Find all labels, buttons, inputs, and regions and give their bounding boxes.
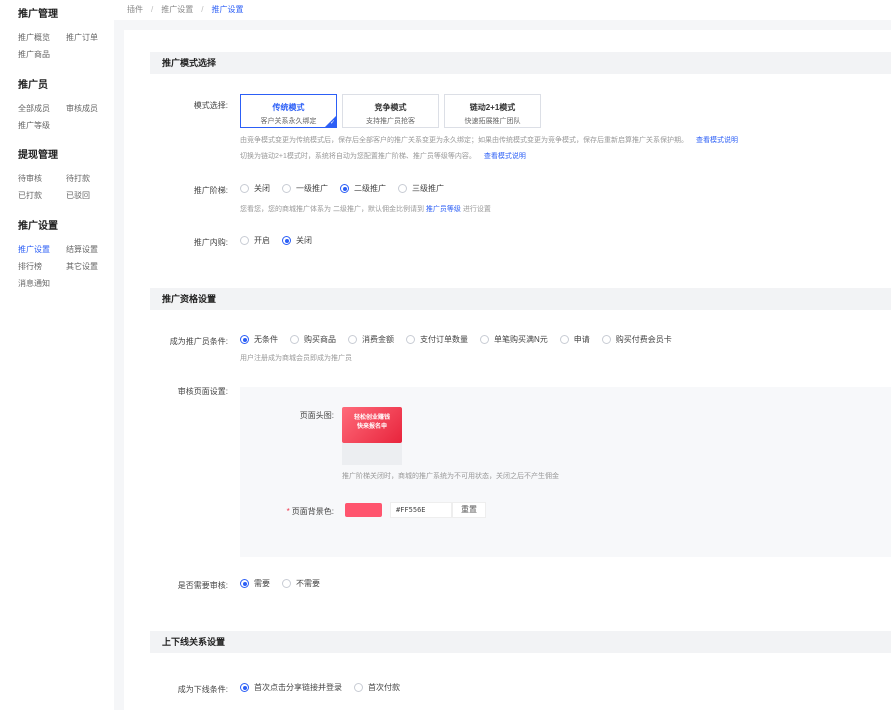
mode-card-chain[interactable]: 链动2+1模式 快速拓展推广团队 bbox=[444, 94, 541, 128]
sidebar-item-settlement[interactable]: 结算设置 bbox=[66, 244, 114, 256]
radio-level-one[interactable]: 一级推广 bbox=[282, 183, 328, 194]
mode-hint-text: 切换为链动2+1模式时，系统将自动为您配置推广阶梯、推广员等级等内容。 bbox=[240, 153, 476, 160]
sidebar-item-overview[interactable]: 推广概览 bbox=[18, 32, 66, 44]
sidebar-group-title: 推广设置 bbox=[18, 221, 58, 232]
radio-condition-apply[interactable]: 申请 bbox=[559, 334, 590, 345]
review-page-panel: 页面头图: 轻松创业赚钱 快来报名申 推广阶梯关闭时，商城的推广系统为不可用状态… bbox=[240, 387, 891, 557]
sidebar-item-other-settings[interactable]: 其它设置 bbox=[66, 261, 114, 273]
breadcrumb-item[interactable]: 推广设置 bbox=[161, 5, 193, 14]
sidebar-item-paid[interactable]: 已打款 bbox=[18, 190, 66, 202]
section-header-relation: 上下线关系设置 bbox=[150, 631, 891, 653]
mode-card-title: 竞争模式 bbox=[374, 103, 407, 112]
condition-hint: 用户注册成为商城会员即成为推广员 bbox=[240, 355, 352, 362]
mode-hint-1: 由竞争模式变更为传统模式后，保存后全部客户的推广关系变更为永久绑定；如果由传统模… bbox=[240, 135, 738, 145]
mode-card-subtitle: 快速拓展推广团队 bbox=[464, 118, 521, 125]
header-image[interactable]: 轻松创业赚钱 快来报名申 bbox=[342, 407, 402, 443]
required-mark: * bbox=[286, 507, 290, 516]
radio-level-off[interactable]: 关闭 bbox=[240, 183, 270, 194]
mode-card-competitive[interactable]: 竞争模式 支持推广员抢客 bbox=[342, 94, 439, 128]
breadcrumb-separator: / bbox=[201, 5, 204, 14]
radio-condition-buy-product[interactable]: 购买商品 bbox=[290, 334, 336, 345]
sidebar-item-promotion-settings[interactable]: 推广设置 bbox=[18, 244, 66, 256]
sidebar-group-promoters: 推广员 全部成员 审核成员 推广等级 bbox=[18, 79, 114, 132]
radio-condition-single-purchase[interactable]: 单笔购买满N元 bbox=[480, 334, 548, 345]
mode-card-title: 链动2+1模式 bbox=[469, 103, 516, 112]
sidebar-item-levels[interactable]: 推广等级 bbox=[18, 120, 66, 132]
radio-review-not-required[interactable]: 不需要 bbox=[282, 578, 320, 589]
condition-radio-group: 无条件 购买商品 消费金额 支付订单数量 单笔购买满N元 申请 购买付费会员卡 bbox=[240, 334, 684, 345]
mode-help-link[interactable]: 查看模式说明 bbox=[696, 137, 738, 144]
radio-internal-on[interactable]: 开启 bbox=[240, 235, 270, 246]
section-header-qualification: 推广资格设置 bbox=[150, 288, 891, 310]
check-icon: ✓ bbox=[329, 120, 335, 126]
sidebar-item-review-members[interactable]: 审核成员 bbox=[66, 103, 114, 115]
breadcrumb: 插件 / 推广设置 / 推广设置 bbox=[114, 0, 891, 20]
mode-hint-text: 由竞争模式变更为传统模式后，保存后全部客户的推广关系变更为永久绑定；如果由传统模… bbox=[240, 137, 688, 144]
main-content: 推广模式选择 模式选择: 传统模式 客户关系永久绑定 ✓ 竞争模式 支持推广员抢… bbox=[124, 30, 891, 710]
sidebar-item-notifications[interactable]: 消息通知 bbox=[18, 278, 66, 290]
bg-color-label: * 页面背景色: bbox=[286, 507, 334, 516]
sidebar: 推广管理 推广概览 推广订单 推广商品 推广员 全部成员 审核成员 推广等级 提… bbox=[0, 0, 114, 710]
bg-color-swatch[interactable] bbox=[345, 503, 382, 517]
mode-card-subtitle: 客户关系永久绑定 bbox=[260, 118, 317, 125]
header-image-hint: 推广阶梯关闭时，商城的推广系统为不可用状态，关闭之后不产生佣金 bbox=[342, 473, 559, 480]
mode-hint-2: 切换为链动2+1模式时，系统将自动为您配置推广阶梯、推广员等级等内容。 查看模式说… bbox=[240, 151, 526, 161]
radio-condition-none[interactable]: 无条件 bbox=[240, 334, 278, 345]
level-label: 推广阶梯: bbox=[193, 186, 228, 195]
internal-label: 推广内购: bbox=[193, 238, 228, 247]
sidebar-item-rejected[interactable]: 已驳回 bbox=[66, 190, 114, 202]
sidebar-group-settings: 推广设置 推广设置 结算设置 排行榜 其它设置 消息通知 bbox=[18, 220, 114, 290]
radio-internal-off[interactable]: 关闭 bbox=[282, 235, 312, 246]
breadcrumb-current: 推广设置 bbox=[211, 5, 244, 14]
radio-condition-order-count[interactable]: 支付订单数量 bbox=[406, 334, 468, 345]
radio-condition-paid-card[interactable]: 购买付费会员卡 bbox=[601, 334, 672, 345]
promoter-level-link[interactable]: 推广员等级 bbox=[426, 206, 461, 213]
sidebar-item-pending-payment[interactable]: 待打款 bbox=[66, 173, 114, 185]
sidebar-item-all-members[interactable]: 全部成员 bbox=[18, 103, 66, 115]
level-hint: 您看您，您的商城推广体系为 二级推广，默认佣金比例请到 推广员等级 进行设置 bbox=[240, 206, 491, 213]
radio-downline-first-pay[interactable]: 首次付款 bbox=[354, 682, 400, 693]
reset-button[interactable]: 重置 bbox=[452, 502, 486, 518]
level-radio-group: 关闭 一级推广 二级推广 三级推广 bbox=[240, 183, 456, 194]
sidebar-item-products[interactable]: 推广商品 bbox=[18, 49, 66, 61]
mode-card-title: 传统模式 bbox=[272, 103, 305, 112]
header-image-label: 页面头图: bbox=[299, 411, 334, 420]
sidebar-group-title: 提现管理 bbox=[18, 150, 58, 161]
downline-radio-group: 首次点击分享链接并登录 首次付款 bbox=[240, 682, 412, 693]
radio-level-two[interactable]: 二级推广 bbox=[340, 183, 386, 194]
sidebar-group-promotion: 推广管理 推广概览 推广订单 推广商品 bbox=[18, 8, 114, 61]
condition-label: 成为推广员条件: bbox=[169, 337, 228, 346]
bg-color-input[interactable]: #FF556E bbox=[390, 502, 452, 518]
radio-level-three[interactable]: 三级推广 bbox=[398, 183, 444, 194]
breadcrumb-separator: / bbox=[151, 5, 154, 14]
review-page-label: 审核页面设置: bbox=[177, 387, 228, 396]
sidebar-group-title: 推广员 bbox=[18, 80, 48, 91]
internal-radio-group: 开启 关闭 bbox=[240, 235, 324, 246]
radio-review-required[interactable]: 需要 bbox=[240, 578, 270, 589]
sidebar-item-orders[interactable]: 推广订单 bbox=[66, 32, 114, 44]
downline-label: 成为下线条件: bbox=[177, 685, 228, 694]
mode-card-traditional[interactable]: 传统模式 客户关系永久绑定 ✓ bbox=[240, 94, 337, 128]
radio-downline-first-click[interactable]: 首次点击分享链接并登录 bbox=[240, 682, 342, 693]
need-review-radio-group: 需要 不需要 bbox=[240, 578, 332, 589]
header-image-placeholder bbox=[342, 443, 402, 465]
section-header-mode: 推广模式选择 bbox=[150, 52, 891, 74]
radio-condition-spend-amount[interactable]: 消费金额 bbox=[348, 334, 394, 345]
mode-select-label: 模式选择: bbox=[193, 101, 228, 110]
sidebar-item-ranking[interactable]: 排行榜 bbox=[18, 261, 66, 273]
mode-help-link[interactable]: 查看模式说明 bbox=[484, 153, 526, 160]
need-review-label: 是否需要审核: bbox=[177, 581, 228, 590]
sidebar-item-pending-review[interactable]: 待审核 bbox=[18, 173, 66, 185]
breadcrumb-item[interactable]: 插件 bbox=[127, 5, 143, 14]
mode-card-subtitle: 支持推广员抢客 bbox=[366, 118, 415, 125]
sidebar-group-title: 推广管理 bbox=[18, 9, 58, 20]
sidebar-group-withdraw: 提现管理 待审核 待打款 已打款 已驳回 bbox=[18, 149, 114, 202]
